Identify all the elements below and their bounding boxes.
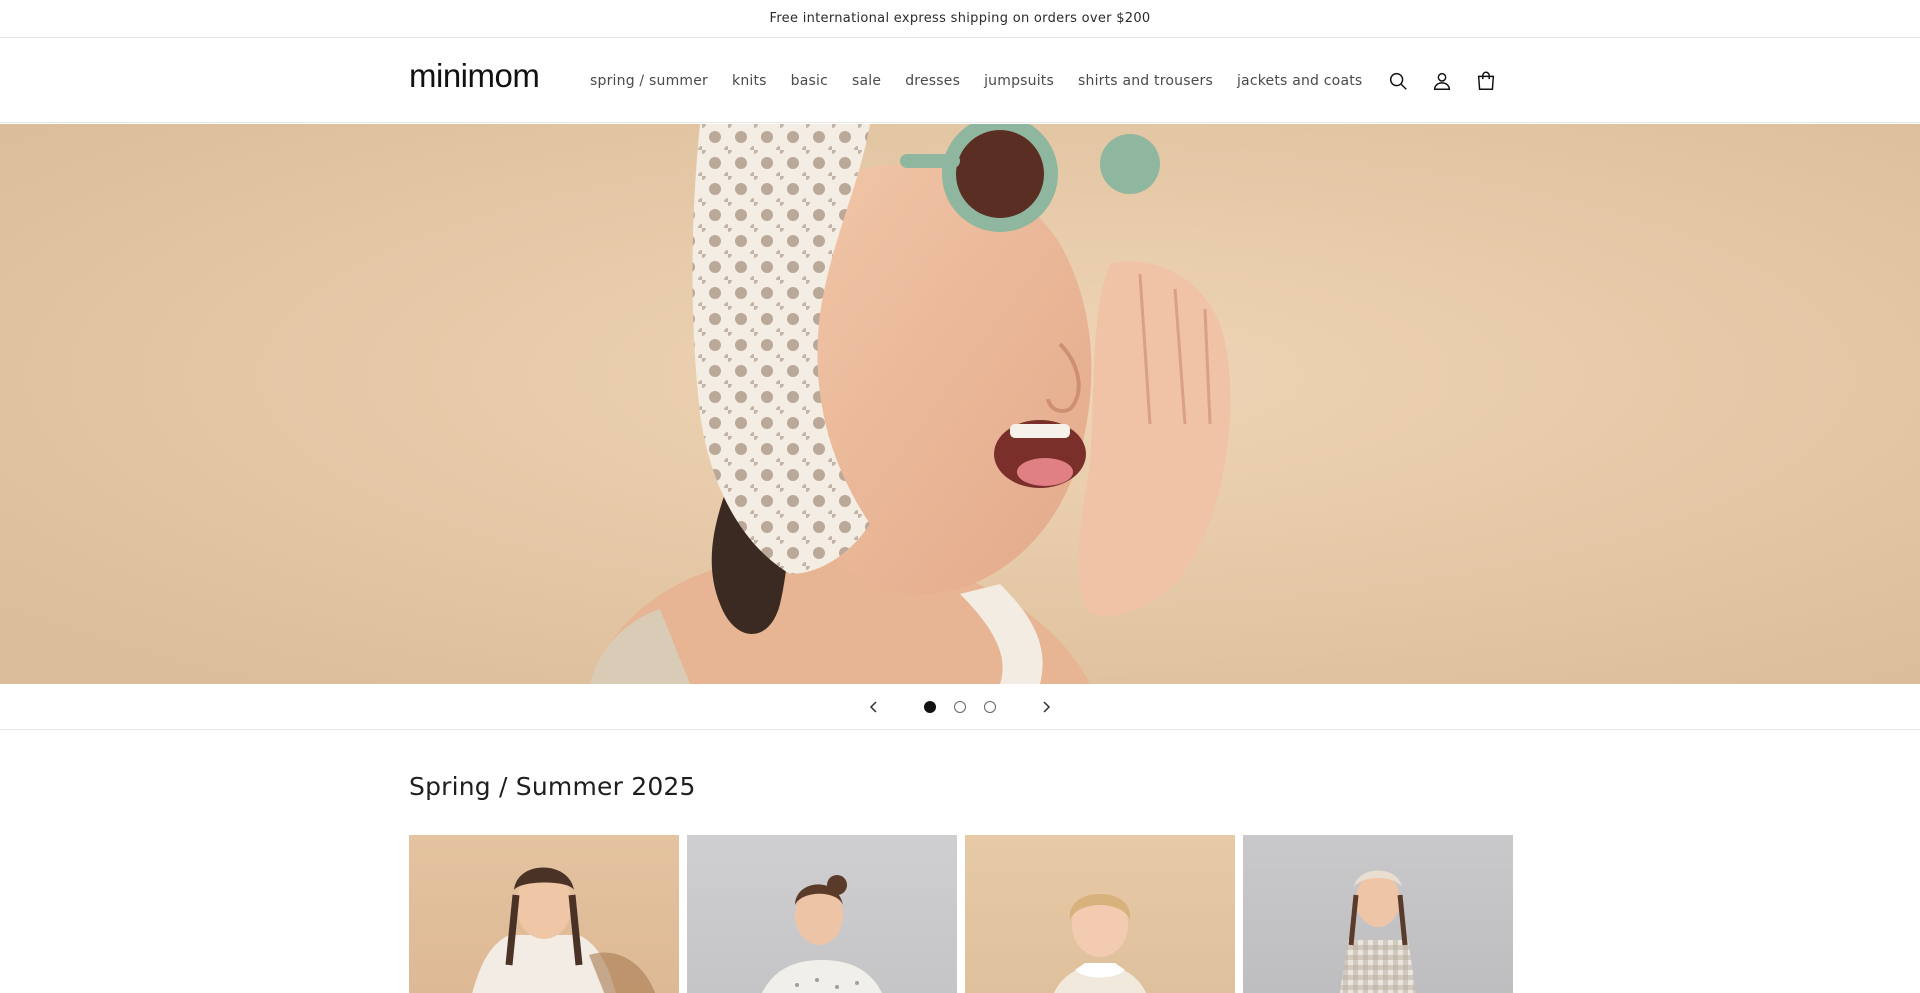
product-card-2[interactable] [687, 835, 957, 993]
next-slide-button[interactable] [1026, 687, 1066, 727]
announcement-text: Free international express shipping on o… [769, 11, 1151, 26]
product-image [1054, 893, 1146, 993]
chevron-left-icon [869, 700, 877, 713]
product-card-3[interactable] [965, 835, 1235, 993]
site-header: minimom spring / summer knits basic sale… [0, 39, 1920, 123]
main-nav: spring / summer knits basic sale dresses… [578, 39, 1374, 123]
slide-dot-2[interactable] [954, 700, 966, 713]
previous-slide-button[interactable] [854, 687, 894, 727]
nav-item-sale[interactable]: sale [840, 39, 893, 123]
product-image [762, 875, 882, 993]
nav-item-spring-summer[interactable]: spring / summer [578, 39, 720, 123]
search-icon[interactable] [1386, 69, 1410, 93]
header-icons [1386, 39, 1498, 123]
slide-dot-1[interactable] [924, 700, 936, 713]
nav-item-shirts-trousers[interactable]: shirts and trousers [1066, 39, 1225, 123]
hero-image [0, 124, 1920, 684]
nav-item-dresses[interactable]: dresses [893, 39, 972, 123]
product-image [1339, 870, 1417, 993]
slide-dot-3[interactable] [984, 700, 996, 713]
cart-icon[interactable] [1474, 69, 1498, 93]
slide-dots [924, 700, 996, 713]
slider-controls [0, 684, 1920, 730]
chevron-right-icon [1043, 700, 1051, 713]
collection-title: Spring / Summer 2025 [409, 772, 696, 801]
hero-slideshow [0, 124, 1920, 684]
account-icon[interactable] [1430, 69, 1454, 93]
logo[interactable]: minimom [409, 59, 540, 92]
announcement-bar: Free international express shipping on o… [0, 0, 1920, 38]
product-card-1[interactable] [409, 835, 679, 993]
product-grid [409, 835, 1513, 993]
product-image [472, 867, 656, 993]
product-card-4[interactable] [1243, 835, 1513, 993]
nav-item-basic[interactable]: basic [779, 39, 840, 123]
nav-item-jumpsuits[interactable]: jumpsuits [972, 39, 1066, 123]
nav-item-knits[interactable]: knits [720, 39, 779, 123]
nav-item-jackets-coats[interactable]: jackets and coats [1225, 39, 1374, 123]
